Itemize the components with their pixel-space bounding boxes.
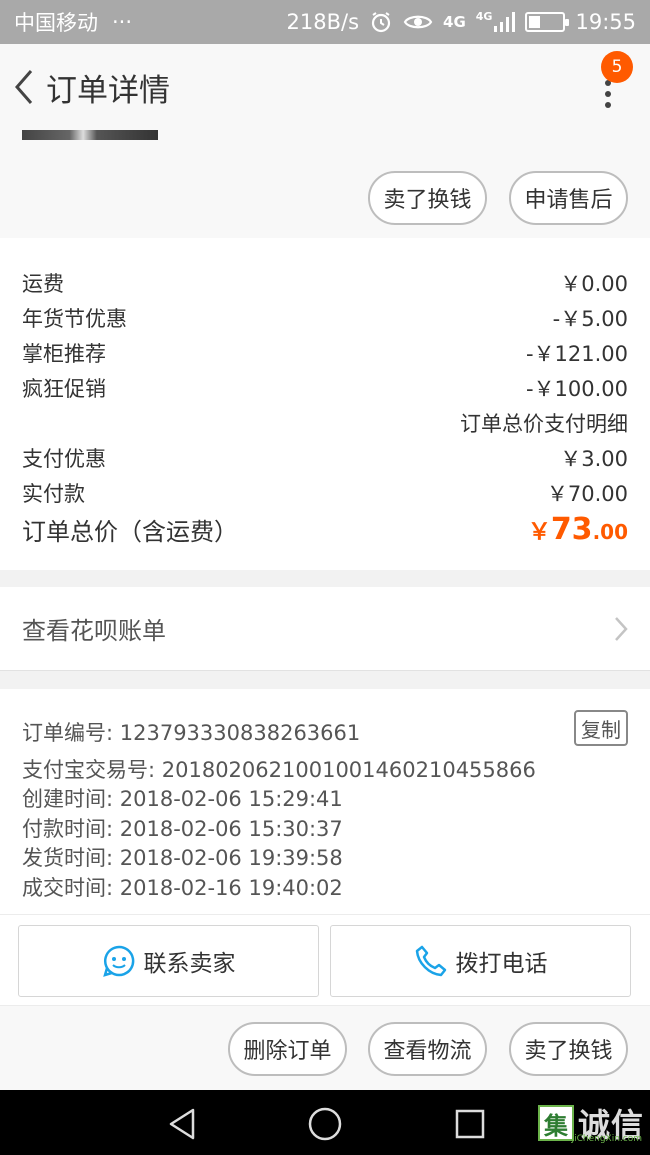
total-value: ￥73.00: [528, 512, 628, 547]
chat-face-icon: [102, 945, 134, 977]
price-row: 实付款 ￥70.00: [22, 478, 628, 508]
total-currency: ￥: [527, 519, 551, 545]
price-row-value: -￥100.00: [525, 377, 628, 401]
completed-time: 成交时间: 2018-02-16 19:40:02: [22, 876, 343, 900]
price-row: 年货节优惠 -￥5.00: [22, 303, 628, 333]
product-actions: 卖了换钱 申请售后: [0, 130, 650, 238]
order-actions-bar: 删除订单 查看物流 卖了换钱: [0, 1006, 650, 1090]
price-row-value: ￥3.00: [560, 447, 628, 471]
price-row-label: 支付优惠: [22, 447, 106, 471]
status-bar: 中国移动 ··· 218B/s 4G 4G 19:55: [0, 0, 650, 44]
paid-time: 付款时间: 2018-02-06 15:30:37: [22, 817, 343, 841]
shipped-time: 发货时间: 2018-02-06 19:39:58: [22, 846, 343, 870]
price-row: 支付优惠 ￥3.00: [22, 443, 628, 473]
chevron-right-icon: [615, 616, 628, 641]
sell-for-cash-button-bottom[interactable]: 卖了换钱: [509, 1022, 628, 1076]
order-info: 订单编号: 123793330838263661 复制 支付宝交易号: 2018…: [0, 689, 650, 914]
system-home-button[interactable]: [305, 1104, 345, 1144]
system-recents-button[interactable]: [450, 1104, 490, 1144]
triangle-back-icon: [169, 1108, 195, 1140]
clock: 19:55: [575, 10, 636, 34]
status-dots: ···: [112, 10, 133, 34]
copy-button[interactable]: 复制: [574, 710, 628, 746]
watermark-subtext: JiChengXin.com: [571, 1134, 642, 1144]
system-navigation-bar: 集 诚信 JiChengXin.com: [0, 1090, 650, 1155]
battery-icon: [525, 12, 570, 32]
network-type-a: 4G: [443, 12, 466, 31]
eye-icon: [403, 11, 433, 33]
price-row-value: -￥121.00: [525, 342, 628, 366]
contact-seller-label: 联系卖家: [143, 951, 236, 977]
product-image: [22, 130, 158, 140]
huabei-bill-row[interactable]: 查看花呗账单: [0, 587, 650, 671]
price-row-label: 运费: [22, 272, 64, 296]
alipay-trade-number: 支付宝交易号: 2018020621001001460210455866: [22, 758, 536, 782]
price-row-value: ￥70.00: [546, 482, 628, 506]
total-row: 订单总价（含运费） ￥73.00: [22, 512, 628, 547]
signal-icon: 4G: [476, 11, 516, 33]
order-number: 订单编号: 123793330838263661: [22, 721, 361, 745]
price-row-label: 实付款: [22, 482, 85, 506]
carrier-label: 中国移动: [14, 11, 98, 35]
price-row-value: ￥0.00: [560, 272, 628, 296]
sell-for-cash-button[interactable]: 卖了换钱: [368, 171, 487, 225]
contact-seller-button[interactable]: 联系卖家: [18, 925, 319, 997]
system-back-button[interactable]: [162, 1104, 202, 1144]
view-logistics-button[interactable]: 查看物流: [368, 1022, 487, 1076]
price-row-label: 年货节优惠: [22, 307, 127, 331]
payment-detail-link[interactable]: 订单总价支付明细: [460, 408, 628, 438]
payment-detail-row: 订单总价支付明细: [22, 408, 628, 438]
huabei-bill-label: 查看花呗账单: [22, 617, 166, 645]
circle-home-icon: [308, 1107, 342, 1141]
price-row-value: -￥5.00: [552, 307, 628, 331]
price-row: 掌柜推荐 -￥121.00: [22, 338, 628, 368]
phone-icon: [415, 945, 446, 977]
price-row-label: 疯狂促销: [22, 377, 106, 401]
back-button[interactable]: [2, 44, 46, 130]
network-type-b: 4G: [475, 10, 493, 23]
notification-badge: 5: [601, 51, 633, 83]
created-time: 创建时间: 2018-02-06 15:29:41: [22, 787, 343, 811]
total-label: 订单总价（含运费）: [22, 518, 238, 546]
delete-order-button[interactable]: 删除订单: [228, 1022, 347, 1076]
navigation-bar: 订单详情: [0, 44, 650, 130]
watermark-box: 集: [537, 1105, 574, 1141]
after-sale-button[interactable]: 申请售后: [509, 171, 628, 225]
price-breakdown: 运费 ￥0.00 年货节优惠 -￥5.00 掌柜推荐 -￥121.00 疯狂促销…: [0, 238, 650, 570]
chevron-left-icon: [15, 70, 33, 104]
total-integer: 73: [550, 512, 593, 547]
net-speed: 218B/s: [286, 10, 360, 34]
total-decimal: .00: [592, 520, 628, 544]
price-row: 疯狂促销 -￥100.00: [22, 373, 628, 403]
call-phone-label: 拨打电话: [455, 951, 548, 977]
contact-bar: 联系卖家 拨打电话: [0, 914, 650, 1006]
price-row: 运费 ￥0.00: [22, 268, 628, 298]
price-row-label: 掌柜推荐: [22, 342, 106, 366]
call-phone-button[interactable]: 拨打电话: [330, 925, 631, 997]
page-title: 订单详情: [46, 72, 170, 109]
alarm-icon: [369, 10, 393, 34]
square-recents-icon: [455, 1109, 485, 1139]
